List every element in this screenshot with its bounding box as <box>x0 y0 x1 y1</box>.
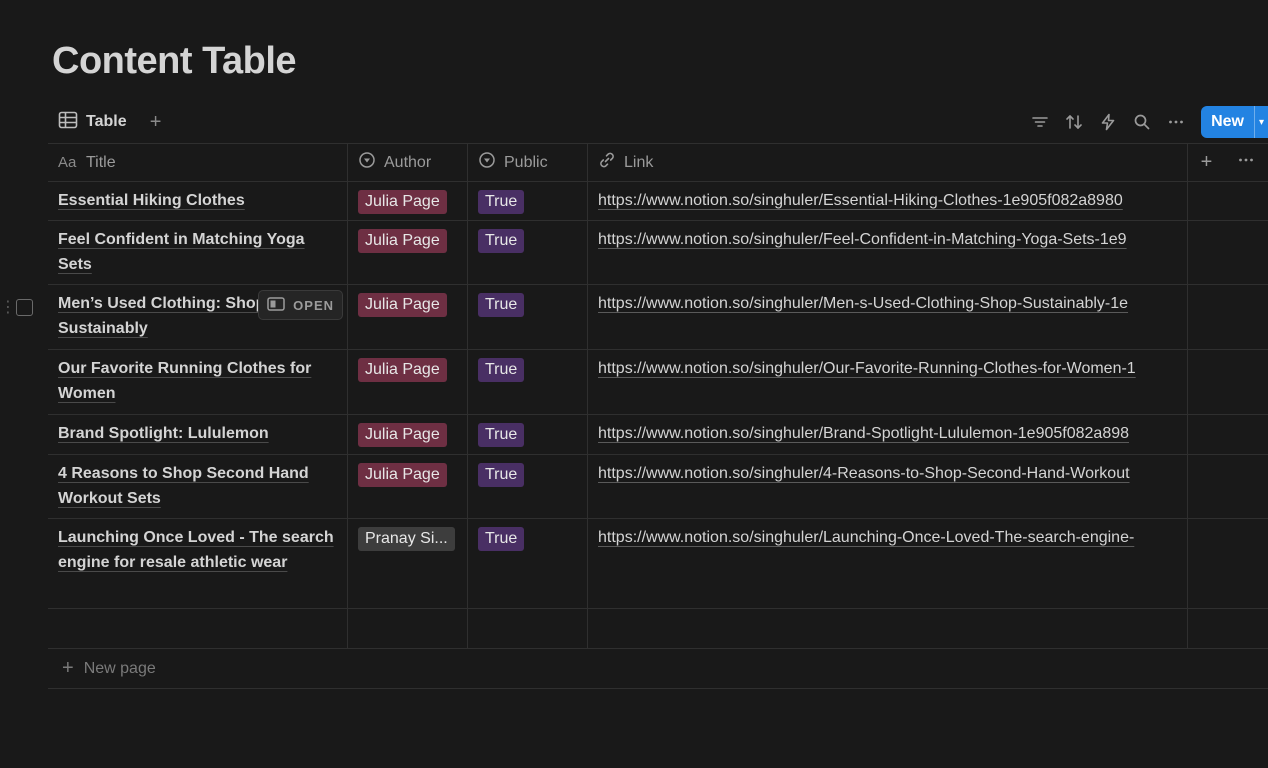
row-title[interactable]: Men’s Used Clothing: Shop Sustainably <box>58 295 265 337</box>
author-tag[interactable]: Julia Page <box>358 293 447 317</box>
public-tag[interactable]: True <box>478 358 525 382</box>
new-button-label: New <box>1211 113 1244 130</box>
sort-icon[interactable] <box>1057 107 1091 137</box>
author-tag[interactable]: Julia Page <box>358 358 447 382</box>
public-tag[interactable]: True <box>478 293 525 317</box>
lightning-icon[interactable] <box>1091 107 1125 137</box>
row-title[interactable]: Our Favorite Running Clothes for Women <box>58 360 311 402</box>
public-tag[interactable]: True <box>478 463 525 487</box>
row-title[interactable]: Brand Spotlight: Lululemon <box>58 425 269 442</box>
public-tag[interactable]: True <box>478 229 525 253</box>
new-page-button[interactable]: + New page <box>48 649 1268 689</box>
link-url[interactable]: https://www.notion.so/singhuler/4-Reason… <box>598 465 1130 482</box>
author-tag[interactable]: Julia Page <box>358 423 447 447</box>
search-icon[interactable] <box>1125 107 1159 137</box>
row-title[interactable]: Feel Confident in Matching Yoga Sets <box>58 231 305 273</box>
row-checkbox[interactable] <box>16 298 33 316</box>
column-label: Title <box>86 153 116 171</box>
row-title[interactable]: Essential Hiking Clothes <box>58 192 245 209</box>
open-page-button[interactable]: OPEN <box>258 290 343 320</box>
add-property-icon[interactable]: + <box>1201 151 1213 174</box>
tab-label: Table <box>86 113 127 130</box>
column-label: Public <box>504 153 548 171</box>
drag-handle-icon[interactable]: ⋮ <box>0 297 16 317</box>
tab-table-view[interactable]: Table <box>48 107 137 137</box>
author-tag[interactable]: Julia Page <box>358 463 447 487</box>
link-icon <box>598 151 616 174</box>
table-row[interactable]: Our Favorite Running Clothes for Women J… <box>48 350 1268 415</box>
select-icon <box>478 151 496 174</box>
column-header-author[interactable]: Author <box>348 144 468 181</box>
open-label: OPEN <box>293 297 334 313</box>
more-icon[interactable] <box>1237 151 1255 174</box>
view-toolbar: Table + New ▾ <box>48 102 1268 142</box>
select-icon <box>358 151 376 174</box>
filter-icon[interactable] <box>1023 107 1057 137</box>
link-url[interactable]: https://www.notion.so/singhuler/Men-s-Us… <box>598 295 1128 312</box>
content-table: Aa Title Author Public Link + Essential … <box>0 143 1268 689</box>
page-title[interactable]: Content Table <box>52 40 297 83</box>
view-actions: New ▾ <box>1023 106 1268 138</box>
plus-icon: + <box>149 110 162 133</box>
column-header-title[interactable]: Aa Title <box>48 144 348 181</box>
table-header: Aa Title Author Public Link + <box>48 143 1268 182</box>
row-title[interactable]: Launching Once Loved - The search engine… <box>58 529 334 571</box>
table-row[interactable]: Brand Spotlight: Lululemon Julia Page Tr… <box>48 415 1268 455</box>
more-icon[interactable] <box>1159 107 1193 137</box>
row-handle: ⋮ <box>0 297 33 317</box>
author-tag[interactable]: Julia Page <box>358 190 447 214</box>
link-url[interactable]: https://www.notion.so/singhuler/Feel-Con… <box>598 231 1127 248</box>
side-peek-icon <box>267 296 285 314</box>
add-view-button[interactable]: + <box>143 109 169 135</box>
empty-row[interactable] <box>48 609 1268 649</box>
link-url[interactable]: https://www.notion.so/singhuler/Brand-Sp… <box>598 425 1129 442</box>
table-row[interactable]: Launching Once Loved - The search engine… <box>48 519 1268 609</box>
table-row[interactable]: 4 Reasons to Shop Second Hand Workout Se… <box>48 455 1268 519</box>
author-tag[interactable]: Pranay Si... <box>358 527 455 551</box>
column-header-link[interactable]: Link <box>588 144 1188 181</box>
new-page-label: New page <box>83 659 156 677</box>
column-label: Author <box>384 153 432 171</box>
table-row[interactable]: Feel Confident in Matching Yoga Sets Jul… <box>48 221 1268 285</box>
link-url[interactable]: https://www.notion.so/singhuler/Essentia… <box>598 192 1123 209</box>
chevron-down-icon[interactable]: ▾ <box>1254 106 1268 138</box>
public-tag[interactable]: True <box>478 190 525 214</box>
table-row[interactable]: Essential Hiking Clothes Julia Page True… <box>48 182 1268 221</box>
table-row[interactable]: ⋮ Men’s Used Clothing: Shop Sustainably … <box>0 285 1268 350</box>
column-header-public[interactable]: Public <box>468 144 588 181</box>
table-icon <box>58 111 78 134</box>
column-header-actions: + <box>1188 144 1268 181</box>
author-tag[interactable]: Julia Page <box>358 229 447 253</box>
row-title[interactable]: 4 Reasons to Shop Second Hand Workout Se… <box>58 465 309 507</box>
text-aa-icon: Aa <box>58 154 77 171</box>
public-tag[interactable]: True <box>478 527 525 551</box>
new-button[interactable]: New ▾ <box>1201 106 1268 138</box>
link-url[interactable]: https://www.notion.so/singhuler/Launchin… <box>598 529 1134 546</box>
plus-icon: + <box>62 657 74 679</box>
link-url[interactable]: https://www.notion.so/singhuler/Our-Favo… <box>598 360 1136 377</box>
public-tag[interactable]: True <box>478 423 525 447</box>
column-label: Link <box>624 153 654 171</box>
